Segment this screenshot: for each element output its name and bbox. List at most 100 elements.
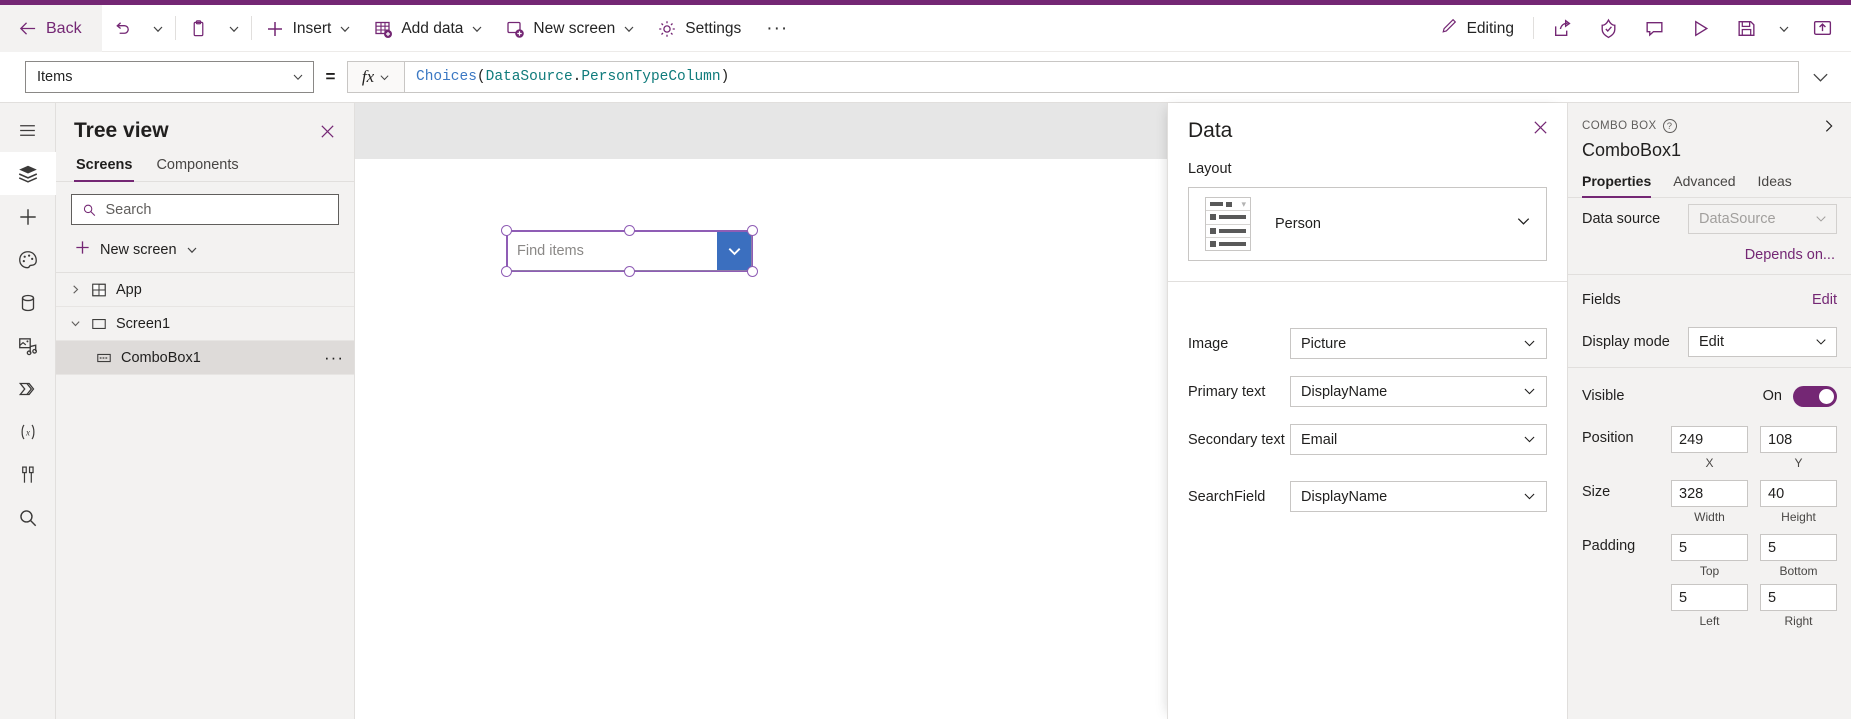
chevron-down-icon bbox=[1816, 339, 1826, 345]
tree-item-screen1[interactable]: Screen1 bbox=[56, 307, 354, 341]
size-width-cell: Width bbox=[1671, 480, 1748, 524]
tree-item-combobox1[interactable]: ComboBox1 ··· bbox=[56, 341, 354, 375]
field-select-secondary-text[interactable]: Email bbox=[1290, 424, 1547, 455]
tab-ideas[interactable]: Ideas bbox=[1758, 173, 1792, 197]
property-selector[interactable]: Items bbox=[25, 61, 314, 93]
layout-selector[interactable]: ▾ Person bbox=[1188, 187, 1547, 261]
padding-right-input[interactable] bbox=[1760, 584, 1837, 611]
canvas-combobox-selection[interactable]: Find items bbox=[501, 225, 758, 277]
search-icon bbox=[83, 204, 96, 216]
command-separator bbox=[174, 16, 176, 40]
media-icon[interactable] bbox=[0, 324, 56, 367]
chevron-down-icon[interactable] bbox=[68, 318, 82, 329]
resize-handle-bottom-center[interactable] bbox=[624, 266, 635, 277]
tree-view-icon[interactable] bbox=[0, 152, 56, 195]
tab-properties[interactable]: Properties bbox=[1582, 173, 1652, 198]
size-width-caption: Width bbox=[1694, 510, 1725, 524]
search-field[interactable] bbox=[71, 194, 339, 225]
play-icon bbox=[1694, 20, 1708, 37]
data-panel-close-button[interactable] bbox=[1532, 119, 1549, 136]
new-screen-menu-item[interactable]: New screen bbox=[56, 233, 354, 273]
app-checker-button[interactable] bbox=[1585, 5, 1631, 52]
command-bar: Back Insert Add data New screen Settings… bbox=[0, 5, 1851, 52]
tree-item-context-menu-button[interactable]: ··· bbox=[324, 348, 344, 368]
data-panel-header: Data bbox=[1168, 103, 1567, 143]
save-button[interactable] bbox=[1723, 5, 1769, 52]
position-label: Position bbox=[1582, 430, 1634, 446]
hamburger-menu-icon[interactable] bbox=[0, 109, 56, 152]
properties-panel-expand-button[interactable] bbox=[1821, 118, 1837, 134]
field-select-primary-text[interactable]: DisplayName bbox=[1290, 376, 1547, 407]
undo-button[interactable] bbox=[102, 5, 143, 52]
preview-button[interactable] bbox=[1677, 5, 1723, 52]
back-button[interactable]: Back bbox=[0, 5, 102, 52]
formula-input[interactable]: Choices(DataSource. PersonTypeColumn) bbox=[405, 61, 1799, 93]
canvas-combobox-dropdown-button[interactable] bbox=[717, 232, 751, 270]
command-overflow-button[interactable]: ··· bbox=[752, 5, 802, 52]
save-dropdown[interactable] bbox=[1769, 5, 1799, 52]
chevron-right-icon[interactable] bbox=[68, 284, 82, 295]
variables-icon[interactable]: x bbox=[0, 410, 56, 453]
publish-icon bbox=[1813, 20, 1831, 35]
search-input[interactable] bbox=[105, 201, 328, 218]
undo-dropdown[interactable] bbox=[143, 5, 173, 52]
editing-mode-button[interactable]: Editing bbox=[1426, 5, 1528, 52]
padding-bottom-input[interactable] bbox=[1760, 534, 1837, 561]
publish-button[interactable] bbox=[1799, 5, 1845, 52]
resize-handle-bottom-left[interactable] bbox=[501, 266, 512, 277]
size-inputs: Width Height bbox=[1671, 480, 1837, 524]
data-source-select[interactable]: DataSource bbox=[1688, 204, 1837, 234]
tab-screens[interactable]: Screens bbox=[74, 151, 135, 182]
padding-top-input[interactable] bbox=[1671, 534, 1748, 561]
formula-expand-button[interactable] bbox=[1799, 68, 1841, 87]
field-select-searchfield[interactable]: DisplayName bbox=[1290, 481, 1547, 512]
position-x-caption: X bbox=[1705, 456, 1714, 470]
insert-button[interactable]: Insert bbox=[254, 5, 363, 52]
field-select-image[interactable]: Picture bbox=[1290, 328, 1547, 359]
tree-view-close-button[interactable] bbox=[319, 123, 336, 140]
function-button[interactable]: fx bbox=[347, 61, 405, 93]
display-mode-select[interactable]: Edit bbox=[1688, 327, 1837, 357]
comment-button[interactable] bbox=[1631, 5, 1677, 52]
theme-palette-icon[interactable] bbox=[0, 238, 56, 281]
paste-dropdown[interactable] bbox=[219, 5, 249, 52]
layout-value: Person bbox=[1275, 216, 1321, 232]
size-height-input[interactable] bbox=[1760, 480, 1837, 507]
paste-button[interactable] bbox=[178, 5, 219, 52]
size-width-input[interactable] bbox=[1671, 480, 1748, 507]
search-icon[interactable] bbox=[0, 496, 56, 539]
tab-components[interactable]: Components bbox=[154, 151, 240, 181]
visible-toggle-group[interactable]: On bbox=[1763, 385, 1837, 407]
resize-handle-bottom-right[interactable] bbox=[747, 266, 758, 277]
resize-handle-top-right[interactable] bbox=[747, 225, 758, 236]
field-label-primary-text: Primary text bbox=[1188, 383, 1266, 400]
power-automate-icon[interactable] bbox=[0, 367, 56, 410]
position-y-input[interactable] bbox=[1760, 426, 1837, 453]
depends-on-link[interactable]: Depends on... bbox=[1582, 247, 1837, 263]
settings-button[interactable]: Settings bbox=[646, 5, 752, 52]
advanced-tools-icon[interactable] bbox=[0, 453, 56, 496]
insert-icon[interactable] bbox=[0, 195, 56, 238]
new-screen-button[interactable]: New screen bbox=[494, 5, 646, 52]
add-data-label: Add data bbox=[401, 19, 464, 37]
add-data-button[interactable]: Add data bbox=[362, 5, 494, 52]
resize-handle-top-left[interactable] bbox=[501, 225, 512, 236]
command-bar-left-group: Back Insert Add data New screen Settings… bbox=[0, 5, 802, 52]
fields-edit-link[interactable]: Edit bbox=[1812, 292, 1837, 308]
data-sources-icon[interactable] bbox=[0, 281, 56, 324]
tree-item-app[interactable]: App bbox=[56, 273, 354, 307]
canvas-stage[interactable]: Find items bbox=[355, 159, 1167, 719]
padding-left-input[interactable] bbox=[1671, 584, 1748, 611]
tab-advanced[interactable]: Advanced bbox=[1673, 173, 1735, 197]
formula-token-dot: . bbox=[572, 69, 582, 85]
share-button[interactable] bbox=[1539, 5, 1585, 52]
position-x-input[interactable] bbox=[1671, 426, 1748, 453]
resize-handle-top-center[interactable] bbox=[624, 225, 635, 236]
property-row-display-mode: Display mode Edit bbox=[1582, 321, 1837, 363]
selection-line-right bbox=[751, 231, 753, 271]
canvas-combobox[interactable]: Find items bbox=[507, 231, 752, 271]
visible-toggle[interactable] bbox=[1793, 385, 1837, 407]
help-icon[interactable]: ? bbox=[1662, 119, 1677, 133]
app-canvas[interactable]: Find items bbox=[355, 103, 1167, 719]
padding-top-caption: Top bbox=[1699, 564, 1720, 578]
